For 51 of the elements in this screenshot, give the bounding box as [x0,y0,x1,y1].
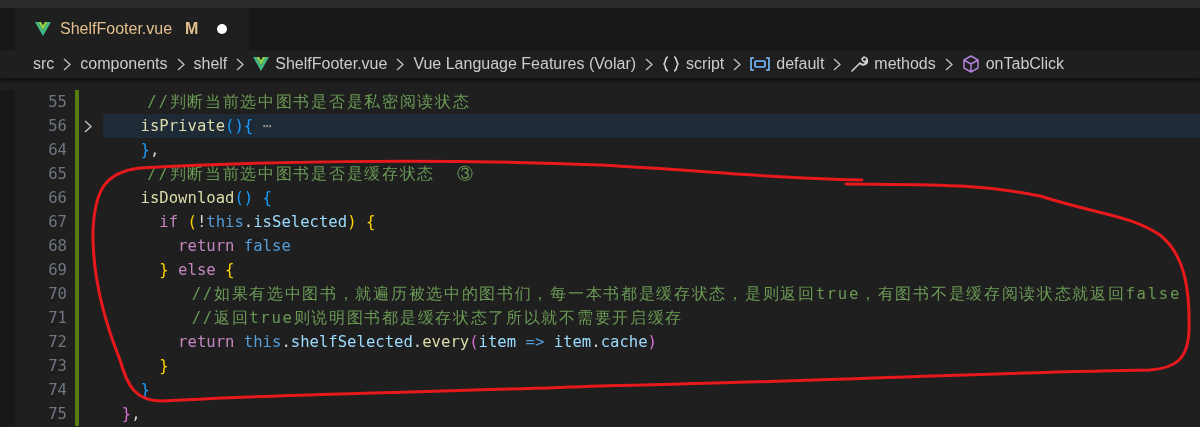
chevron-right-icon [176,57,185,71]
code-line: return this.shelfSelected.every(item => item.cache) [177,332,657,353]
line-number: 55 [48,93,67,111]
line-number: 75 [48,405,67,423]
line-number: 69 [48,261,67,279]
line-number: 71 [48,309,67,327]
wrench-icon [850,55,869,73]
vue-icon [253,57,270,71]
breadcrumb-item[interactable]: shelf [193,55,228,73]
breadcrumb-item[interactable]: methods [850,55,936,73]
code-line: //返回true则说明图书都是缓存状态了所以就不需要开启缓存 [190,308,684,329]
line-number: 73 [48,357,67,375]
chevron-right-icon [236,57,245,71]
line-number: 74 [48,381,67,399]
code-line: }, [120,404,141,425]
code-line: } else { [158,260,235,281]
code-line: } [158,356,169,377]
braces-icon [662,56,681,72]
breadcrumb-item[interactable]: script [662,55,725,73]
cube-icon [961,55,980,73]
code-line: //如果有选中图书，就遍历被选中的图书们，每一本书都是缓存状态，是则返回true，有图书不是缓存阅读状态就返回false [190,284,1181,305]
line-number: 72 [48,333,67,351]
code-line: return false [177,236,291,257]
line-number: 67 [48,213,67,231]
code-line: if (!this.isSelected) { [158,212,376,233]
chevron-right-icon [396,57,405,71]
chevron-right-icon [63,57,72,71]
line-number: 65 [48,165,67,183]
chevron-right-icon [944,57,953,71]
code-line: }, [139,140,160,161]
line-number: 70 [48,285,67,303]
chevron-right-icon[interactable] [84,119,92,133]
line-number: 64 [48,141,67,159]
breadcrumb-item[interactable]: Vue Language Features (Volar) [413,55,637,73]
line-number: 68 [48,237,67,255]
code-line: isDownload() { [139,188,272,209]
code-line: isPrivate(){ ⋯ [139,116,272,137]
editor-tab[interactable]: ShelfFooter.vue M [15,8,250,50]
breadcrumb-item[interactable]: src [33,55,55,73]
chevron-right-icon [733,57,742,71]
line-number: 66 [48,189,67,207]
chevron-right-icon [833,57,842,71]
breadcrumb-item[interactable]: ShelfFooter.vue [253,55,388,73]
code-line: //判断当前选中图书是否是私密阅读状态 [146,92,471,113]
module-icon [750,56,771,72]
line-number: 56 [48,117,67,135]
breadcrumb-item[interactable]: default [750,55,825,73]
breadcrumb-item[interactable]: components [80,55,168,73]
vue-icon [35,22,51,36]
breadcrumb-item[interactable]: onTabClick [961,55,1064,73]
chevron-right-icon [645,57,654,71]
